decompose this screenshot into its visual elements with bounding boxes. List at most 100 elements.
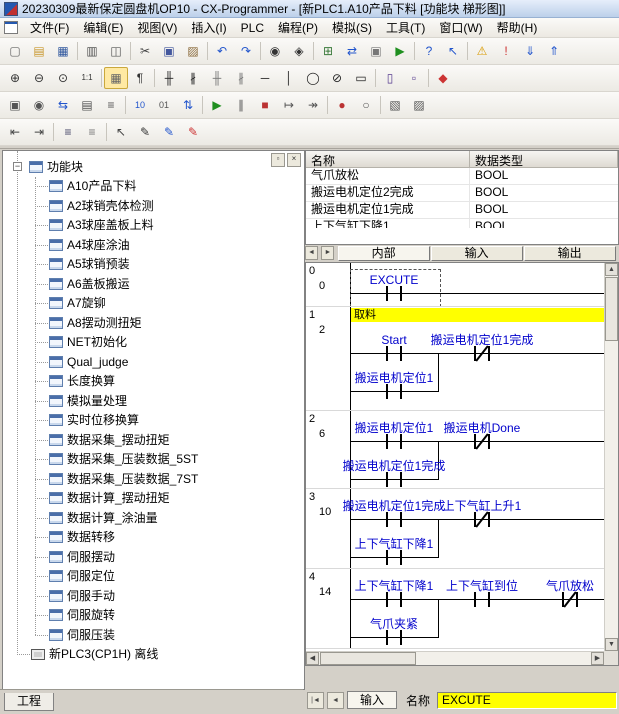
tree-item[interactable]: 伺服手动: [3, 587, 304, 607]
variable-row[interactable]: 上下气缸下降1BOOL: [306, 219, 618, 228]
menu-item[interactable]: 编程(P): [271, 17, 325, 38]
project-tab[interactable]: 工程: [4, 693, 54, 711]
menu-item[interactable]: 文件(F): [23, 17, 76, 38]
column-header-name[interactable]: 名称: [306, 151, 470, 168]
no-contact-symbol[interactable]: [386, 592, 388, 607]
tree-item[interactable]: 数据计算_涂油量: [3, 509, 304, 529]
toolbar-rung-comment-button[interactable]: ¶: [128, 67, 152, 89]
toolbar-zoom-out-button[interactable]: ⊖: [27, 67, 51, 89]
toolbar-new-or-contact-button[interactable]: ╫: [205, 67, 229, 89]
toolbar-cut-button[interactable]: ✂: [133, 40, 157, 62]
horizontal-scroll-thumb[interactable]: [320, 652, 416, 665]
toolbar-paste-button[interactable]: ▨: [181, 40, 205, 62]
toolbar-io-table-button[interactable]: ≡: [99, 94, 123, 116]
toolbar-new-button[interactable]: ▢: [3, 40, 27, 62]
no-contact-symbol[interactable]: [386, 512, 388, 527]
toolbar-new-instruction-button[interactable]: ▭: [349, 67, 373, 89]
toolbar-window-tile-button[interactable]: ▨: [407, 94, 431, 116]
toolbar-find-button[interactable]: ◉: [263, 40, 287, 62]
column-header-datatype[interactable]: 数据类型: [470, 151, 618, 168]
toolbar-view-window-button[interactable]: ▣: [3, 94, 27, 116]
scroll-down-icon[interactable]: ▼: [605, 638, 618, 651]
toolbar-help-button[interactable]: ?: [417, 40, 441, 62]
toolbar-monitor-decimal-button[interactable]: 10: [128, 94, 152, 116]
toolbar-edit-marker-button[interactable]: ◆: [431, 67, 455, 89]
toolbar-new-contact-button[interactable]: ╫: [157, 67, 181, 89]
toolbar-context-help-button[interactable]: ↖: [441, 40, 465, 62]
tree-item[interactable]: 长度换算: [3, 372, 304, 392]
tree-item[interactable]: Qual_judge: [3, 353, 304, 373]
tree-item[interactable]: NET初始化: [3, 333, 304, 353]
ladder-rung-0[interactable]: 00EXCUTE: [306, 263, 604, 307]
no-contact-symbol[interactable]: [400, 630, 402, 645]
tab-scroll-left-icon[interactable]: ◄: [305, 246, 318, 260]
rung-comment[interactable]: 取料: [351, 308, 604, 322]
toolbar-indent-left-button[interactable]: ⇤: [3, 121, 27, 143]
io-tab-input[interactable]: 输入: [347, 691, 397, 709]
scroll-right-icon[interactable]: ▶: [591, 652, 604, 665]
toolbar-window-cascade-button[interactable]: ▧: [383, 94, 407, 116]
toolbar-warning-check-button[interactable]: ⚠: [470, 40, 494, 62]
menu-item[interactable]: 帮助(H): [490, 17, 545, 38]
no-contact-symbol[interactable]: [386, 434, 388, 449]
toolbar-list-view-2-button[interactable]: ≡: [80, 121, 104, 143]
toolbar-download-to-plc-button[interactable]: ⇓: [518, 40, 542, 62]
toolbar-new-closed-contact-button[interactable]: ∦: [181, 67, 205, 89]
ladder-rung-2[interactable]: 26搬运电机定位1搬运电机Done搬运电机定位1完成: [306, 411, 604, 489]
tree-item[interactable]: A5球销预装: [3, 255, 304, 275]
toolbar-new-coil-button[interactable]: ◯: [301, 67, 325, 89]
tree-item[interactable]: 伺服旋转: [3, 606, 304, 626]
no-contact-symbol[interactable]: [474, 592, 476, 607]
toolbar-compile-button[interactable]: ⊞: [316, 40, 340, 62]
no-contact-symbol[interactable]: [400, 592, 402, 607]
dock-icon[interactable]: ▫: [271, 153, 285, 167]
tree-item[interactable]: A2球销壳体检测: [3, 197, 304, 217]
no-contact-symbol[interactable]: [386, 472, 388, 487]
menu-item[interactable]: PLC: [234, 19, 271, 37]
ladder-editor[interactable]: 00EXCUTE12取料Start搬运电机定位1完成搬运电机定位126搬运电机定…: [306, 263, 604, 651]
name-field[interactable]: EXCUTE: [437, 692, 617, 709]
toolbar-redo-button[interactable]: ↷: [234, 40, 258, 62]
vertical-scroll-thumb[interactable]: [605, 277, 618, 341]
var-tab-0[interactable]: 内部: [338, 246, 430, 261]
no-contact-symbol[interactable]: [400, 346, 402, 361]
tree-item[interactable]: 伺服压装: [3, 626, 304, 646]
toolbar-output-window-button[interactable]: ▤: [75, 94, 99, 116]
toolbar-copy-button[interactable]: ▣: [157, 40, 181, 62]
menu-item[interactable]: 编辑(E): [76, 17, 130, 38]
ladder-rung-4[interactable]: 414上下气缸下降1上下气缸到位气爪放松气爪夹紧: [306, 569, 604, 649]
scroll-up-icon[interactable]: ▲: [605, 263, 618, 276]
no-contact-symbol[interactable]: [400, 434, 402, 449]
tree-item[interactable]: 数据采集_摆动扭矩: [3, 431, 304, 451]
toolbar-cross-reference-button[interactable]: ⇆: [51, 94, 75, 116]
tab-scroll-right-icon[interactable]: ►: [321, 246, 334, 260]
toolbar-undo-button[interactable]: ↶: [210, 40, 234, 62]
close-icon[interactable]: ×: [287, 153, 301, 167]
tree-item[interactable]: 数据采集_压装数据_5ST: [3, 450, 304, 470]
tree-item[interactable]: A3球座盖板上料: [3, 216, 304, 236]
tree-item[interactable]: A6盖板搬运: [3, 275, 304, 295]
toolbar-open-button[interactable]: ▤: [27, 40, 51, 62]
no-contact-symbol[interactable]: [488, 592, 490, 607]
no-contact-symbol[interactable]: [400, 384, 402, 399]
toolbar-horizontal-line-button[interactable]: ─: [253, 67, 277, 89]
toolbar-new-or-closed-contact-button[interactable]: ∦: [229, 67, 253, 89]
tree-item[interactable]: 数据采集_压装数据_7ST: [3, 470, 304, 490]
menu-item[interactable]: 模拟(S): [325, 17, 379, 38]
toolbar-simulator-pause-button[interactable]: ∥: [229, 94, 253, 116]
menu-item[interactable]: 插入(I): [184, 17, 233, 38]
scroll-left-icon[interactable]: ◀: [306, 652, 319, 665]
variable-row[interactable]: 搬运电机定位1完成BOOL: [306, 202, 618, 219]
ladder-rung-1[interactable]: 12取料Start搬运电机定位1完成搬运电机定位1: [306, 307, 604, 411]
toolbar-clear-breakpoint-button[interactable]: ○: [354, 94, 378, 116]
tree-item[interactable]: 实时位移换算: [3, 411, 304, 431]
tree-item[interactable]: 伺服定位: [3, 567, 304, 587]
menu-item[interactable]: 工具(T): [379, 17, 432, 38]
tree-item[interactable]: A4球座涂油: [3, 236, 304, 256]
first-record-icon[interactable]: |◄: [307, 692, 324, 709]
toolbar-step-run-button[interactable]: ↦: [277, 94, 301, 116]
toolbar-monitor-button[interactable]: ▣: [364, 40, 388, 62]
toolbar-zoom-100-button[interactable]: 1:1: [75, 67, 99, 89]
document-icon[interactable]: [4, 21, 18, 34]
toolbar-fb-io-button[interactable]: ▫: [402, 67, 426, 89]
